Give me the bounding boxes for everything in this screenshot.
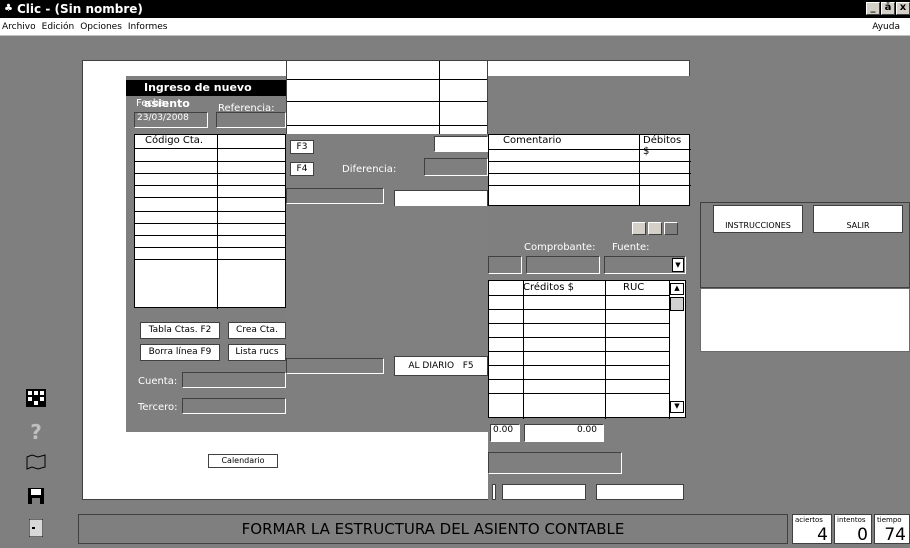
scroll-thumb[interactable] bbox=[670, 297, 684, 311]
grid-right-upper[interactable]: Comentario Débitos $ bbox=[488, 134, 691, 207]
save-icon[interactable] bbox=[18, 484, 54, 508]
sub-maximize-button[interactable] bbox=[648, 222, 662, 235]
piece-dialog-right-top[interactable]: Comentario Débitos $ bbox=[488, 76, 691, 207]
tercero-label: Tercero: bbox=[138, 402, 178, 413]
work-area: ? Ingreso de nuevo asiento Fecha: Refere… bbox=[0, 36, 910, 548]
piece-al-diario[interactable]: AL DIARIO F5 bbox=[286, 354, 488, 432]
restore-button[interactable]: å bbox=[881, 2, 895, 15]
col-header-ruc: RUC bbox=[623, 282, 645, 293]
total-debitos: 0.00 bbox=[490, 424, 520, 442]
menu-ayuda[interactable]: Ayuda bbox=[872, 22, 900, 32]
borra-linea-button[interactable]: Borra línea F9 bbox=[140, 344, 220, 361]
field-stub[interactable] bbox=[488, 256, 522, 274]
side-panel-bottom[interactable] bbox=[700, 288, 910, 352]
window-title: Clic - (Sin nombre) bbox=[17, 2, 143, 16]
piece-dialog-left[interactable]: Ingreso de nuevo asiento Fecha: Referenc… bbox=[126, 76, 287, 468]
col-header-creditos: Créditos $ bbox=[523, 282, 574, 293]
diferencia-label: Diferencia: bbox=[342, 164, 397, 175]
close-button[interactable]: x bbox=[896, 2, 910, 15]
exit-icon[interactable] bbox=[18, 516, 54, 540]
help-icon[interactable]: ? bbox=[18, 420, 54, 444]
f4-button[interactable]: F4 bbox=[290, 162, 314, 176]
calendario-button[interactable]: Calendario bbox=[208, 454, 278, 468]
tiempo-value: 74 bbox=[884, 525, 906, 545]
piece-dialog-right-bottom[interactable]: Comprobante: Fuente: ▼ Créditos $ RUC ▲ … bbox=[488, 206, 690, 500]
fecha-label: Fecha: bbox=[136, 98, 169, 109]
grid-right-lower[interactable]: Créditos $ RUC ▲ ▼ bbox=[488, 280, 686, 419]
col-header-comentario: Comentario bbox=[503, 135, 562, 146]
cuenta-label: Cuenta: bbox=[138, 376, 178, 387]
aciertos-value: 4 bbox=[817, 525, 828, 545]
menu-opciones[interactable]: Opciones bbox=[80, 22, 122, 32]
col-header-codigo: Código Cta. bbox=[135, 135, 287, 149]
instrucciones-button[interactable]: INSTRUCCIONES bbox=[713, 205, 803, 233]
dialog-title: Ingreso de nuevo asiento bbox=[126, 80, 286, 110]
sub-titlebar bbox=[488, 220, 690, 236]
salir-button[interactable]: SALIR bbox=[813, 205, 903, 233]
piece-f-keys[interactable]: F3 F4 Diferencia: bbox=[286, 134, 488, 212]
tercero-field-cont[interactable] bbox=[286, 358, 384, 374]
diferencia-field[interactable] bbox=[424, 158, 488, 176]
print-button[interactable] bbox=[596, 484, 684, 500]
fecha-field[interactable]: 23/03/2008 bbox=[134, 112, 208, 128]
total-creditos: 0.00 bbox=[524, 424, 604, 442]
comprobante-field[interactable] bbox=[526, 256, 600, 274]
sub-close-button[interactable] bbox=[664, 222, 678, 235]
menu-archivo[interactable]: Archivo bbox=[2, 22, 36, 32]
clic-app-icon: ♣ bbox=[4, 3, 13, 14]
tabla-ctas-button[interactable]: Tabla Ctas. F2 bbox=[140, 322, 220, 339]
aciertos-counter: aciertos 4 bbox=[792, 514, 832, 545]
side-panel-top[interactable]: INSTRUCCIONES SALIR bbox=[700, 202, 910, 288]
fuente-label: Fuente: bbox=[612, 242, 650, 253]
tiempo-label: tiempo bbox=[877, 516, 902, 524]
piece-empty-grey[interactable] bbox=[286, 206, 488, 354]
menubar: Archivo Edición Opciones Informes Ayuda bbox=[0, 18, 910, 36]
tiempo-counter: tiempo 74 bbox=[874, 514, 910, 545]
aciertos-label: aciertos bbox=[795, 516, 823, 524]
tercero-field[interactable] bbox=[182, 398, 286, 414]
blank-field-2[interactable] bbox=[488, 452, 622, 474]
crea-cta-button[interactable]: Crea Cta. bbox=[228, 322, 286, 339]
puzzle-icon[interactable] bbox=[18, 386, 54, 410]
entries-grid[interactable]: Código Cta. bbox=[134, 134, 287, 309]
f3-button[interactable]: F3 bbox=[290, 140, 314, 154]
lista-rucs-button[interactable]: Lista rucs bbox=[228, 344, 286, 361]
status-message: FORMAR LA ESTRUCTURA DEL ASIENTO CONTABL… bbox=[78, 514, 788, 544]
scroll-down-icon[interactable]: ▼ bbox=[670, 401, 684, 413]
linea-label: Línea 1 bbox=[140, 456, 180, 467]
intentos-value: 0 bbox=[857, 525, 868, 545]
scroll-up-icon[interactable]: ▲ bbox=[670, 283, 684, 295]
intentos-counter: intentos 0 bbox=[834, 514, 872, 545]
menu-edicion[interactable]: Edición bbox=[42, 22, 75, 32]
fuente-field[interactable]: ▼ bbox=[604, 256, 686, 274]
f3-value-field[interactable] bbox=[434, 136, 488, 152]
menu-informes[interactable]: Informes bbox=[128, 22, 168, 32]
referencia-field[interactable] bbox=[216, 112, 286, 128]
sub-minimize-button[interactable] bbox=[632, 222, 646, 235]
blank-field-1[interactable] bbox=[286, 188, 384, 204]
intentos-label: intentos bbox=[837, 516, 866, 524]
smiley-button[interactable] bbox=[502, 484, 586, 500]
window-controls: _ å x bbox=[866, 2, 910, 15]
minimize-button[interactable]: _ bbox=[866, 2, 880, 15]
window-titlebar: ♣ Clic - (Sin nombre) _ å x bbox=[0, 0, 910, 18]
flag-icon[interactable] bbox=[18, 450, 54, 474]
fuente-dropdown-icon[interactable]: ▼ bbox=[672, 258, 684, 272]
comprobante-label: Comprobante: bbox=[524, 242, 596, 253]
cuenta-field[interactable] bbox=[182, 372, 286, 388]
al-diario-button[interactable]: AL DIARIO F5 bbox=[394, 356, 488, 376]
col-header-debitos: Débitos $ bbox=[643, 135, 682, 157]
